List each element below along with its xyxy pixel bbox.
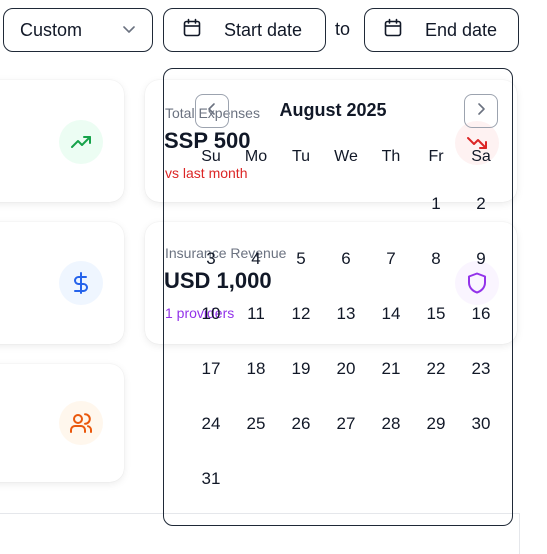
next-month-button[interactable] xyxy=(464,94,498,128)
calendar-day[interactable]: 28 xyxy=(371,404,411,444)
calendar-day[interactable]: 10 xyxy=(191,294,231,334)
calendar-day[interactable]: 26 xyxy=(281,404,321,444)
calendar-month-title: August 2025 xyxy=(279,100,387,120)
calendar-day[interactable]: 6 xyxy=(326,239,366,279)
calendar-day[interactable]: 27 xyxy=(326,404,366,444)
start-date-label: Start date xyxy=(224,19,303,40)
calendar-day[interactable]: 19 xyxy=(281,349,321,389)
calendar-day[interactable]: 23 xyxy=(461,349,501,389)
calendar-day[interactable]: 8 xyxy=(416,239,456,279)
weekday-header: Th xyxy=(381,148,401,165)
calendar-day[interactable]: 5 xyxy=(281,239,321,279)
calendar-day[interactable]: 3 xyxy=(191,239,231,279)
chevron-right-icon xyxy=(474,102,488,121)
weekday-header: Sa xyxy=(471,148,491,165)
calendar-day[interactable]: 13 xyxy=(326,294,366,334)
calendar-icon xyxy=(383,18,403,43)
weekday-header: Fr xyxy=(428,148,444,165)
weekday-header: Su xyxy=(201,148,221,165)
calendar-icon xyxy=(182,18,202,43)
weekday-header: Tu xyxy=(291,148,311,165)
calendar-day[interactable]: 2 xyxy=(461,184,501,224)
dollar-icon xyxy=(59,261,103,305)
calendar-day[interactable]: 15 xyxy=(416,294,456,334)
calendar-day[interactable]: 25 xyxy=(236,404,276,444)
calendar-day[interactable]: 17 xyxy=(191,349,231,389)
calendar-day[interactable]: 30 xyxy=(461,404,501,444)
calendar-day[interactable]: 21 xyxy=(371,349,411,389)
calendar-day[interactable]: 11 xyxy=(236,294,276,334)
period-select[interactable]: Custom xyxy=(3,8,153,52)
calendar-day[interactable]: 22 xyxy=(416,349,456,389)
weekday-header: Mo xyxy=(244,148,268,165)
to-label: to xyxy=(335,19,351,39)
end-date-label: End date xyxy=(425,19,498,40)
end-date-button[interactable]: End date xyxy=(364,8,519,52)
calendar-day[interactable]: 16 xyxy=(461,294,501,334)
calendar-day[interactable]: 12 xyxy=(281,294,321,334)
start-date-button[interactable]: Start date xyxy=(163,8,326,52)
calendar-day[interactable]: 4 xyxy=(236,239,276,279)
calendar-day[interactable]: 7 xyxy=(371,239,411,279)
calendar-day[interactable]: 14 xyxy=(371,294,411,334)
calendar-day[interactable]: 18 xyxy=(236,349,276,389)
weekday-header: We xyxy=(334,148,358,165)
calendar-day[interactable]: 24 xyxy=(191,404,231,444)
period-select-value: Custom xyxy=(20,19,83,40)
calendar-day[interactable]: 20 xyxy=(326,349,366,389)
chevron-down-icon xyxy=(122,20,136,41)
chevron-left-icon xyxy=(205,102,219,121)
calendar-day[interactable]: 29 xyxy=(416,404,456,444)
calendar-day[interactable]: 9 xyxy=(461,239,501,279)
users-icon xyxy=(59,401,103,445)
trending-up-icon xyxy=(59,120,103,164)
previous-month-button[interactable] xyxy=(195,94,229,128)
calendar-day[interactable]: 31 xyxy=(191,459,231,499)
calendar-day[interactable]: 1 xyxy=(416,184,456,224)
